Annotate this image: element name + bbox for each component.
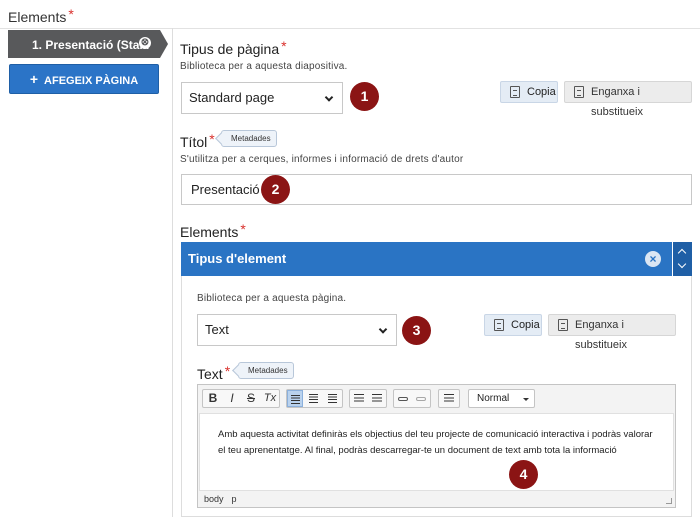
element-library-description: Biblioteca per a aquesta pàgina. <box>197 293 347 304</box>
metadata-button[interactable]: Metadades <box>238 362 294 379</box>
required-asterisk: * <box>224 363 231 379</box>
format-dropdown[interactable]: Normal <box>468 389 535 408</box>
required-asterisk: * <box>240 221 246 237</box>
horizontal-rule-icon <box>444 394 454 403</box>
close-icon[interactable]: × <box>645 251 661 267</box>
hr-group <box>438 389 460 408</box>
copy-button[interactable]: Copia <box>484 314 542 336</box>
page-sidebar: 1. Presentació (Sta... ⊗ + AFEGEIX PÀGINA <box>0 28 172 517</box>
chevron-down-icon[interactable] <box>677 259 687 269</box>
page-type-selected: Standard page <box>189 90 275 105</box>
numbered-list-icon <box>372 394 382 403</box>
element-type-select[interactable]: Text <box>197 314 397 346</box>
metadata-button[interactable]: Metadades <box>221 130 277 147</box>
unlink-icon <box>416 397 426 401</box>
required-asterisk: * <box>209 131 215 147</box>
element-path: body p <box>204 494 245 504</box>
chevron-down-icon <box>378 325 388 334</box>
page-type-label: Tipus de pàgina * <box>180 38 287 57</box>
required-asterisk: * <box>68 6 74 22</box>
bold-button[interactable]: B <box>205 390 221 407</box>
marker-2: 2 <box>261 175 290 204</box>
elements-header: Elements * <box>8 6 74 25</box>
plus-icon: + <box>29 71 39 87</box>
sidebar-divider <box>172 28 173 517</box>
title-description: S'utilitza per a cerques, informes i inf… <box>180 154 464 165</box>
alignment-group <box>286 389 343 408</box>
clear-format-button[interactable]: Tx <box>262 390 278 407</box>
page-type-select[interactable]: Standard page <box>181 82 343 114</box>
close-icon[interactable]: ⊗ <box>139 37 151 49</box>
align-left-button[interactable] <box>287 390 303 407</box>
clipboard-icon <box>510 86 520 98</box>
elements-label: Elements * <box>180 221 246 240</box>
paste-label: Enganxa i substitueix <box>591 86 643 118</box>
page-type-label-text: Tipus de pàgina <box>180 41 280 57</box>
paste-label: Enganxa i substitueix <box>575 319 627 351</box>
clipboard-icon <box>574 86 584 98</box>
align-center-button[interactable] <box>306 390 322 407</box>
chevron-down-icon <box>324 93 334 102</box>
bullet-list-button[interactable] <box>351 390 367 407</box>
title-input[interactable]: Presentació <box>181 174 692 205</box>
align-right-button[interactable] <box>325 390 341 407</box>
add-page-button[interactable]: + AFEGEIX PÀGINA <box>9 64 159 94</box>
horizontal-rule-button[interactable] <box>441 390 457 407</box>
copy-label: Copia <box>527 86 556 98</box>
paste-replace-button[interactable]: Enganxa i substitueix <box>548 314 676 351</box>
page-tab-label: 1. Presentació (Sta... <box>32 38 150 52</box>
element-group-header[interactable]: Tipus d'element <box>181 242 672 276</box>
clipboard-icon <box>494 319 504 331</box>
copy-button[interactable]: Copia <box>500 81 558 103</box>
list-group <box>349 389 387 408</box>
elements-label-text: Elements <box>180 224 239 240</box>
align-center-icon <box>309 394 318 403</box>
caret-down-icon <box>523 398 529 401</box>
path-p[interactable]: p <box>232 494 237 504</box>
title-input-value: Presentació <box>191 182 260 197</box>
page-tab-presentacio[interactable]: 1. Presentació (Sta... <box>8 30 160 58</box>
required-asterisk: * <box>281 38 287 54</box>
elements-header-label: Elements <box>8 9 67 25</box>
marker-3: 3 <box>402 316 431 345</box>
title-label: Títol * <box>180 131 215 150</box>
marker-4: 4 <box>509 460 538 489</box>
copy-label: Copia <box>511 319 540 331</box>
add-page-label: AFEGEIX PÀGINA <box>44 75 139 87</box>
link-button[interactable] <box>395 390 411 407</box>
page-tab-arrow <box>160 30 168 58</box>
resize-handle[interactable] <box>666 498 672 504</box>
paste-replace-button[interactable]: Enganxa i substitueix <box>564 81 692 118</box>
editor-toolbar: B I S Tx Normal <box>198 385 675 412</box>
text-style-group: B I S Tx <box>202 389 280 408</box>
italic-button[interactable]: I <box>224 390 240 407</box>
align-right-icon <box>328 394 337 403</box>
link-icon <box>398 397 408 401</box>
numbered-list-button[interactable] <box>369 390 385 407</box>
unlink-button[interactable] <box>413 390 429 407</box>
page-type-description: Biblioteca per a aquesta diapositiva. <box>180 61 348 72</box>
format-selected: Normal <box>477 393 510 404</box>
path-body[interactable]: body <box>204 494 224 504</box>
align-left-icon <box>291 395 300 404</box>
element-type-selected: Text <box>205 322 229 337</box>
element-group-title: Tipus d'element <box>188 251 287 266</box>
marker-1: 1 <box>350 82 379 111</box>
title-label-text: Títol <box>180 134 208 150</box>
link-group <box>393 389 431 408</box>
clipboard-icon <box>558 319 568 331</box>
bullet-list-icon <box>354 394 364 403</box>
strikethrough-button[interactable]: S <box>243 390 259 407</box>
order-buttons <box>673 242 692 276</box>
chevron-up-icon[interactable] <box>677 248 687 258</box>
text-label-text: Text <box>197 366 223 382</box>
text-label: Text * <box>197 363 230 382</box>
editor-content[interactable]: Amb aquesta activitat definiràs els obje… <box>199 413 674 491</box>
rich-text-editor: B I S Tx Normal Amb aquesta activitat de… <box>197 384 676 508</box>
